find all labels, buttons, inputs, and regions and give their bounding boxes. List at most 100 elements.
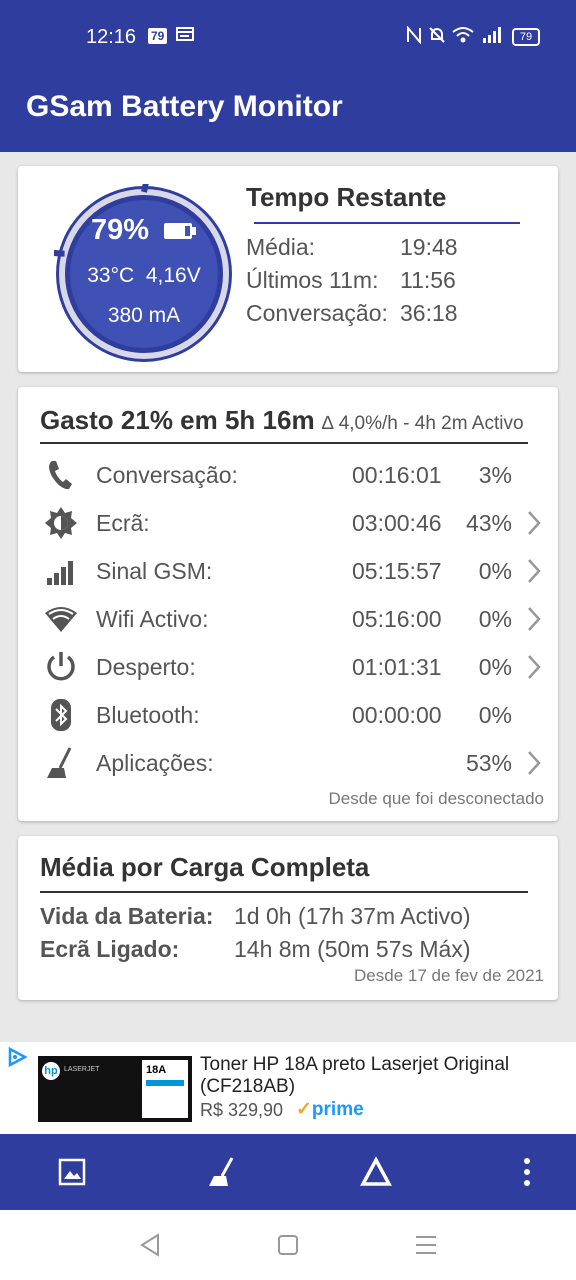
- phone-icon: [49, 461, 72, 490]
- usage-row-label: Sinal GSM:: [96, 558, 213, 584]
- usage-footer: Desde que foi desconectado: [328, 789, 545, 808]
- usage-row-label: Aplicações:: [96, 750, 214, 776]
- apps-broom-icon: [47, 747, 72, 778]
- cell-signal-icon: [483, 27, 501, 43]
- usage-row-time: 05:16:00: [352, 606, 442, 632]
- usage-row-time: 03:00:46: [352, 510, 442, 536]
- notification-badge: 79: [148, 28, 168, 44]
- usage-row-conversacao[interactable]: Conversação: 00:16:01 3%: [18, 450, 558, 498]
- chevron-right-icon[interactable]: [526, 558, 542, 584]
- sim-card-icon: [176, 27, 194, 41]
- usage-row-percent: 3%: [478, 462, 512, 488]
- average-row-label: Vida da Bateria:: [40, 903, 214, 929]
- system-nav-bar: [0, 1210, 576, 1280]
- more-vert-icon[interactable]: [520, 1156, 534, 1188]
- time-remaining-title: Tempo Restante: [246, 182, 447, 212]
- ad-title-line2[interactable]: (CF218AB): [200, 1076, 295, 1098]
- battery-status-icon: 79: [512, 28, 540, 46]
- time-remaining-value: 36:18: [400, 300, 458, 326]
- usage-row-percent: 0%: [478, 654, 512, 680]
- time-remaining-label: Conversação:: [246, 300, 388, 326]
- ad-product-label: 18A: [146, 1064, 167, 1076]
- usage-row-ecra[interactable]: Ecrã: 03:00:46 43%: [18, 498, 558, 546]
- delta-icon[interactable]: [360, 1156, 392, 1188]
- usage-row-time: 00:00:00: [352, 702, 442, 728]
- usage-row-label: Wifi Activo:: [96, 606, 209, 632]
- average-row: Ecrã Ligado: 14h 8m (50m 57s Máx): [40, 936, 470, 963]
- ad-product-brand: LASERJET: [64, 1066, 100, 1073]
- chevron-right-icon[interactable]: [526, 654, 542, 680]
- status-bar: 12:16 79 79: [0, 0, 576, 62]
- average-row: Vida da Bateria: 1d 0h (17h 37m Activo): [40, 903, 471, 930]
- usage-row-aplicacoes[interactable]: Aplicações: 53%: [18, 738, 558, 786]
- battery-summary-card[interactable]: 79% 33°C 4,16V 380 mA Tempo Restante Méd…: [0, 86, 558, 372]
- usage-row-desperto[interactable]: Desperto: 01:01:31 0%: [18, 642, 558, 690]
- ad-title-line1[interactable]: Toner HP 18A preto Laserjet Original: [200, 1054, 509, 1076]
- battery-percent: 79%: [90, 214, 149, 246]
- recents-nav-icon[interactable]: [414, 1234, 438, 1256]
- home-nav-icon[interactable]: [277, 1234, 299, 1256]
- prime-label: prime: [311, 1099, 364, 1120]
- battery-temp-voltage: 33°C 4,16V: [54, 264, 234, 288]
- usage-row-label: Conversação:: [96, 462, 238, 488]
- app-bar: GSam Battery Monitor: [0, 62, 576, 152]
- mute-bell-icon: [429, 27, 445, 43]
- brightness-icon: [45, 507, 77, 539]
- image-icon[interactable]: [58, 1158, 86, 1186]
- usage-row-time: 01:01:31: [352, 654, 442, 680]
- battery-temperature: 33°C: [87, 264, 135, 287]
- time-remaining-label: Média:: [246, 234, 316, 260]
- chevron-right-icon[interactable]: [526, 750, 542, 776]
- time-remaining-row: Conversação: 36:18: [246, 300, 458, 327]
- usage-row-label: Ecrã:: [96, 510, 150, 536]
- power-icon: [47, 652, 75, 681]
- ad-price: R$ 329,90: [200, 1100, 284, 1120]
- adchoices-icon[interactable]: [6, 1046, 28, 1068]
- wifi-icon: [45, 607, 77, 632]
- average-title: Média por Carga Completa: [40, 852, 370, 882]
- bottom-action-bar: [0, 1134, 576, 1210]
- status-time: 12:16: [86, 26, 137, 48]
- ad-product-image[interactable]: hp LASERJET 18A: [38, 1056, 192, 1122]
- average-row-value: 1d 0h (17h 37m Activo): [234, 903, 471, 929]
- battery-voltage: 4,16V: [145, 264, 201, 287]
- usage-row-label: Desperto:: [96, 654, 196, 680]
- back-nav-icon[interactable]: [138, 1232, 162, 1258]
- usage-card: Gasto 21% em 5h 16m ∆ 4,0%/h - 4h 2m Act…: [18, 387, 558, 821]
- time-remaining-label: Últimos 11m:: [246, 267, 379, 293]
- battery-current: 380 mA: [107, 304, 181, 327]
- battery-percent-row: 79%: [54, 214, 234, 247]
- average-footer: Desde 17 de fev de 2021: [354, 966, 544, 985]
- battery-icon: [164, 223, 197, 239]
- time-remaining-row: Últimos 11m: 11:56: [246, 267, 456, 294]
- prime-badge: ✓prime: [296, 1098, 364, 1121]
- apps-broom-icon[interactable]: [206, 1156, 238, 1188]
- usage-row-percent: 0%: [478, 558, 512, 584]
- usage-row-sinal-gsm[interactable]: Sinal GSM: 05:15:57 0%: [18, 546, 558, 594]
- average-charge-card: Média por Carga Completa Vida da Bateria…: [18, 836, 558, 1000]
- signal-icon: [47, 561, 73, 585]
- time-remaining-value: 11:56: [400, 267, 456, 293]
- usage-row-label: Bluetooth:: [96, 702, 200, 728]
- average-divider: [40, 891, 528, 893]
- time-remaining-value: 19:48: [400, 234, 458, 260]
- usage-row-time: 00:16:01: [352, 462, 442, 488]
- usage-row-bluetooth[interactable]: Bluetooth: 00:00:00 0%: [18, 690, 558, 738]
- bluetooth-icon: [51, 699, 71, 731]
- average-row-label: Ecrã Ligado:: [40, 936, 180, 962]
- usage-row-percent: 0%: [478, 606, 512, 632]
- usage-subtitle: ∆ 4,0%/h - 4h 2m Activo: [321, 413, 524, 434]
- usage-divider: [40, 442, 528, 444]
- prime-check-icon: ✓: [296, 1099, 312, 1120]
- hp-logo-icon: hp: [42, 1062, 60, 1080]
- usage-row-wifi[interactable]: Wifi Activo: 05:16:00 0%: [18, 594, 558, 642]
- chevron-right-icon[interactable]: [526, 606, 542, 632]
- time-remaining-divider: [254, 222, 520, 224]
- average-row-value: 14h 8m (50m 57s Máx): [234, 936, 471, 962]
- battery-gauge: 79% 33°C 4,16V 380 mA: [0, 86, 234, 364]
- time-remaining-row: Média: 19:48: [246, 234, 458, 261]
- usage-row-percent: 53%: [465, 750, 512, 776]
- chevron-right-icon[interactable]: [526, 510, 542, 536]
- ad-banner[interactable]: hp LASERJET 18A Toner HP 18A preto Laser…: [0, 1042, 576, 1134]
- app-title: GSam Battery Monitor: [26, 90, 343, 123]
